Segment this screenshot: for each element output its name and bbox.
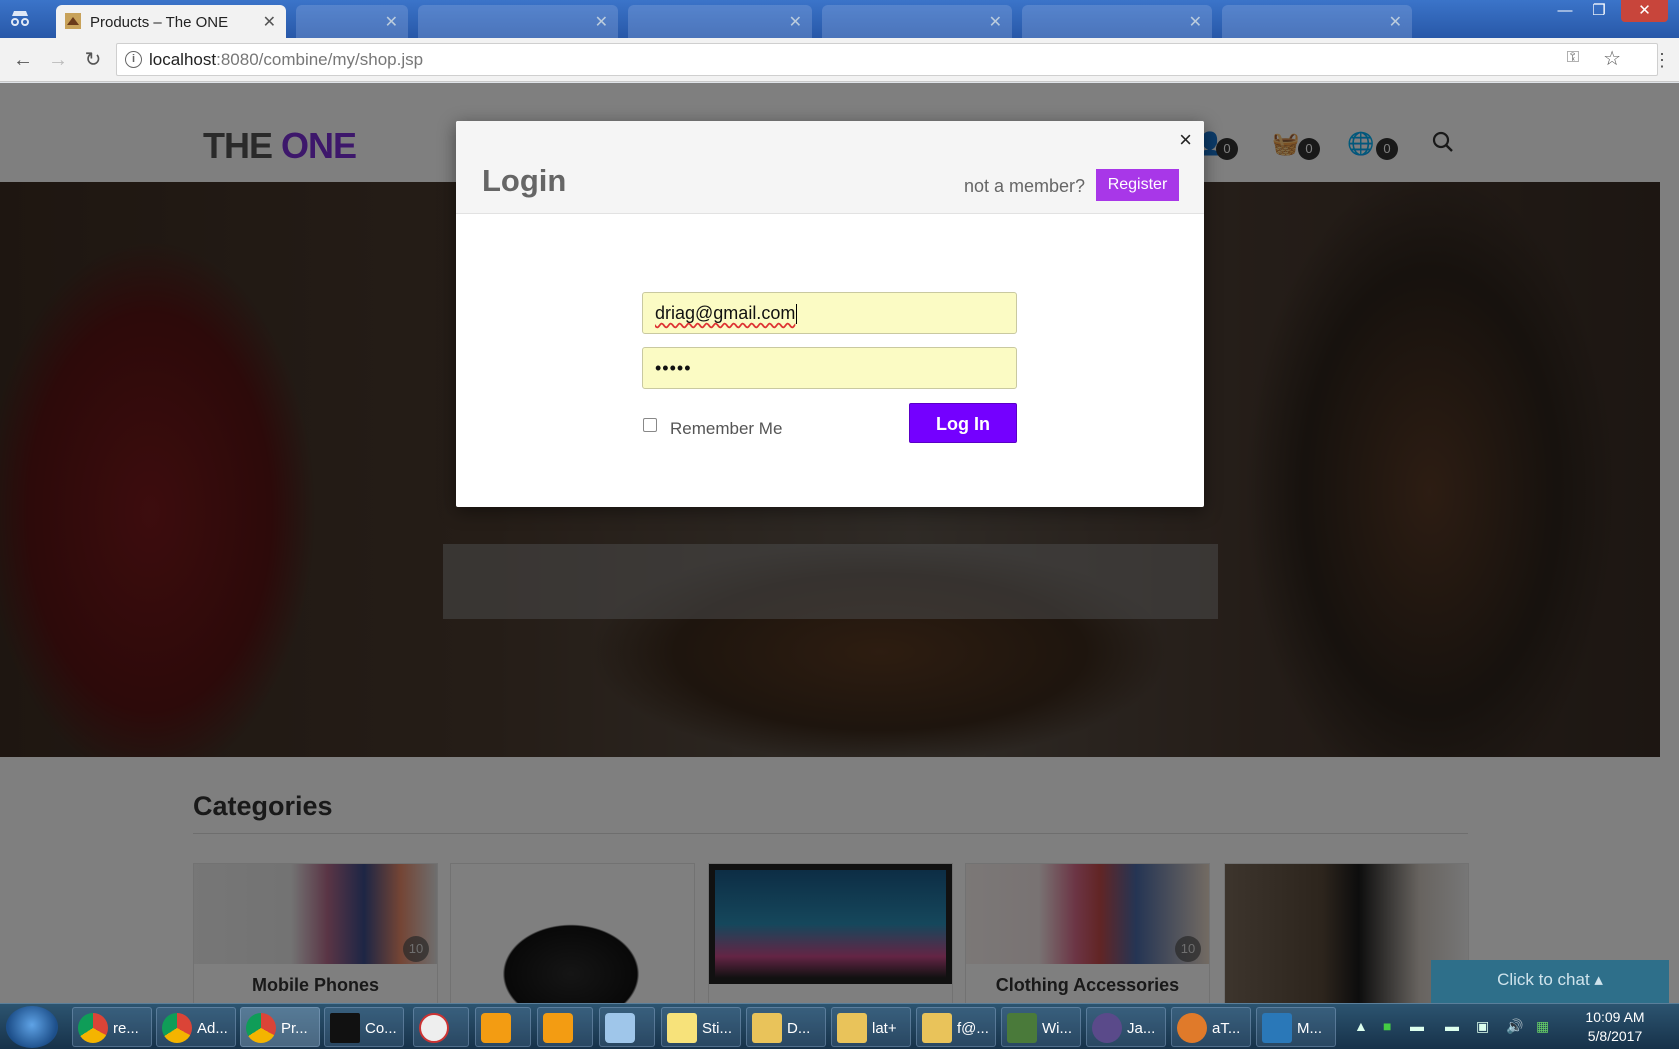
- info-icon[interactable]: i: [125, 51, 142, 68]
- tray-app-icon[interactable]: ■: [1383, 1018, 1391, 1034]
- monitor-icon: [1007, 1013, 1037, 1043]
- taskbar-app[interactable]: [599, 1007, 655, 1047]
- taskbar-chrome-3[interactable]: Pr...: [240, 1007, 320, 1047]
- remember-me-checkbox[interactable]: [643, 418, 657, 432]
- browser-titlebar: Products – The ONE ✕ ✕ ✕ ✕ ✕ ✕ ✕ — ❐ ✕: [0, 0, 1679, 38]
- tab-close-icon[interactable]: ✕: [1389, 12, 1402, 32]
- reload-icon[interactable]: ↻: [78, 45, 108, 75]
- tab-close-icon[interactable]: ✕: [1189, 12, 1202, 32]
- taskbar-tomcat[interactable]: aT...: [1171, 1007, 1251, 1047]
- taskbar-folder[interactable]: f@...: [916, 1007, 996, 1047]
- taskbar-workbench[interactable]: M...: [1256, 1007, 1336, 1047]
- taskbar-sticky-notes[interactable]: Sti...: [661, 1007, 741, 1047]
- tab-inactive[interactable]: ✕: [296, 5, 408, 38]
- tab-close-icon[interactable]: ✕: [595, 12, 608, 32]
- start-button[interactable]: [6, 1006, 58, 1048]
- chrome-icon: [246, 1013, 276, 1043]
- taskbar-app[interactable]: Wi...: [1001, 1007, 1081, 1047]
- sublime-icon: [543, 1013, 573, 1043]
- site-favicon-icon: [65, 13, 81, 29]
- system-clock[interactable]: 10:09 AM 5/8/2017: [1565, 1008, 1665, 1046]
- taskbar-app[interactable]: [413, 1007, 469, 1047]
- windows-taskbar: re... Ad... Pr... Co... Sti... D... lat+…: [0, 1003, 1679, 1049]
- tray-expand-icon[interactable]: ▲: [1354, 1018, 1368, 1034]
- tomcat-icon: [1177, 1013, 1207, 1043]
- taskbar-app[interactable]: [537, 1007, 593, 1047]
- minimize-icon[interactable]: —: [1548, 0, 1582, 22]
- not-member-text: not a member?: [964, 176, 1086, 196]
- network-icon[interactable]: ▣: [1476, 1018, 1489, 1035]
- folder-icon: [922, 1013, 952, 1043]
- address-bar[interactable]: i localhost:8080/combine/my/shop.jsp ⚿ ☆: [116, 43, 1658, 76]
- sublime-icon: [481, 1013, 511, 1043]
- taskbar-folder[interactable]: D...: [746, 1007, 826, 1047]
- tab-inactive[interactable]: ✕: [1022, 5, 1212, 38]
- url-text: localhost:8080/combine/my/shop.jsp: [149, 50, 424, 69]
- click-to-chat-button[interactable]: Click to chat ▴: [1431, 960, 1669, 1003]
- clock-time: 10:09 AM: [1585, 1009, 1645, 1025]
- tab-inactive[interactable]: ✕: [418, 5, 618, 38]
- taskbar-app[interactable]: [475, 1007, 531, 1047]
- folder-icon: [837, 1013, 867, 1043]
- chrome-icon: [162, 1013, 192, 1043]
- register-button[interactable]: Register: [1096, 169, 1179, 201]
- gpu-icon[interactable]: ▦: [1536, 1018, 1549, 1035]
- modal-title: Login: [482, 163, 567, 198]
- cube-icon: [605, 1013, 635, 1043]
- bookmark-star-icon[interactable]: ☆: [1603, 46, 1621, 71]
- tab-close-icon[interactable]: ✕: [989, 12, 1002, 32]
- tab-inactive[interactable]: ✕: [1222, 5, 1412, 38]
- tab-inactive[interactable]: ✕: [822, 5, 1012, 38]
- taskbar-folder[interactable]: lat+: [831, 1007, 911, 1047]
- volume-icon[interactable]: 🔊: [1506, 1018, 1523, 1035]
- tab-close-icon[interactable]: ✕: [385, 12, 398, 32]
- password-field[interactable]: •••••: [642, 347, 1017, 389]
- back-arrow-icon[interactable]: ←: [8, 45, 38, 75]
- window-close-icon[interactable]: ✕: [1621, 0, 1668, 22]
- compass-icon: [419, 1013, 449, 1043]
- folder-icon: [752, 1013, 782, 1043]
- tab-close-icon[interactable]: ✕: [263, 12, 276, 32]
- text-cursor: [796, 304, 798, 325]
- email-field[interactable]: driag@gmail.com: [642, 292, 1017, 334]
- close-icon[interactable]: ×: [1179, 127, 1192, 153]
- modal-header: Login × not a member? Register: [456, 121, 1204, 214]
- login-modal: Login × not a member? Register driag@gma…: [456, 121, 1204, 507]
- browser-toolbar: ← → ↻ i localhost:8080/combine/my/shop.j…: [0, 38, 1679, 82]
- console-icon: [330, 1013, 360, 1043]
- tray-drive-icon[interactable]: ▬: [1410, 1018, 1424, 1034]
- login-button[interactable]: Log In: [909, 403, 1017, 443]
- tab-inactive[interactable]: ✕: [628, 5, 812, 38]
- browser-menu-icon[interactable]: ⋮: [1653, 50, 1671, 71]
- incognito-icon: [8, 8, 32, 28]
- tray-drive-icon[interactable]: ▬: [1445, 1018, 1459, 1034]
- notes-icon: [667, 1013, 697, 1043]
- restore-icon[interactable]: ❐: [1582, 0, 1616, 22]
- remember-me-label[interactable]: Remember Me: [670, 419, 782, 439]
- chrome-icon: [78, 1013, 108, 1043]
- tab-close-icon[interactable]: ✕: [789, 12, 802, 32]
- clock-date: 5/8/2017: [1587, 1028, 1643, 1044]
- key-icon[interactable]: ⚿: [1567, 49, 1579, 67]
- workbench-icon: [1262, 1013, 1292, 1043]
- taskbar-java-ee[interactable]: Ja...: [1086, 1007, 1166, 1047]
- taskbar-cmd[interactable]: Co...: [324, 1007, 404, 1047]
- taskbar-chrome-1[interactable]: re...: [72, 1007, 152, 1047]
- taskbar-chrome-2[interactable]: Ad...: [156, 1007, 236, 1047]
- eclipse-icon: [1092, 1013, 1122, 1043]
- page-viewport: THE ONE 👤 0 🧺 0 🌐 0 Categories 10 Mobile…: [0, 83, 1679, 1003]
- tab-products[interactable]: Products – The ONE ✕: [56, 5, 286, 38]
- forward-arrow-icon[interactable]: →: [43, 45, 73, 75]
- tab-title: Products – The ONE: [90, 14, 229, 31]
